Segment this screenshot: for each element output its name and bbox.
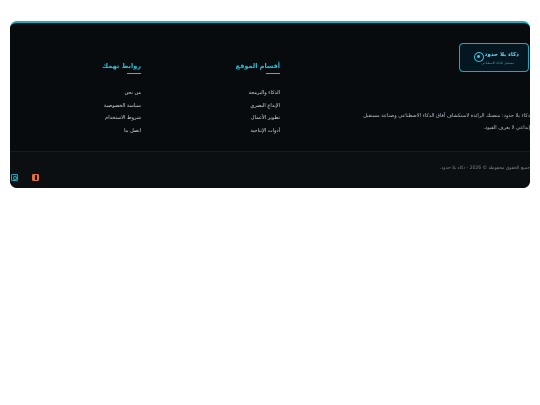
quick-links-title: روابط تهمك: [102, 61, 141, 74]
link-about-us[interactable]: من نحن: [102, 87, 142, 100]
instagram-icon[interactable]: [11, 174, 18, 181]
facebook-icon[interactable]: [32, 174, 40, 181]
quick-links-list: من نحن سياسة الخصوصية شروط الاستخدام اتص…: [102, 87, 141, 137]
section-link-productivity-tools[interactable]: أدوات الإنتاجية: [236, 125, 280, 138]
logo-tagline: مستقبل الذكاء الاصطناعي: [481, 61, 514, 65]
section-link-business-development[interactable]: تطوير الأعمال: [236, 112, 280, 125]
section-link-ai-programming[interactable]: الذكاء والبرمجة: [236, 87, 280, 100]
site-logo[interactable]: ذكاء بلا حدود مستقبل الذكاء الاصطناعي: [459, 43, 529, 72]
logo-name: ذكاء بلا حدود: [484, 52, 519, 58]
social-links: [11, 166, 48, 185]
brand-description: ذكاء بلا حدود: منصتك الرائدة لاستكشاف آف…: [363, 113, 530, 131]
footer-bottom-bar: جميع الحقوق محفوظة © 2026 - ذكاء بلا حدو…: [10, 151, 530, 188]
link-privacy-policy[interactable]: سياسة الخصوصية: [102, 100, 141, 113]
copyright-text: جميع الحقوق محفوظة © 2026 - ذكاء بلا حدو…: [439, 166, 530, 171]
quick-links-column: روابط تهمك من نحن سياسة الخصوصية شروط ال…: [102, 53, 141, 137]
site-footer: ذكاء بلا حدود مستقبل الذكاء الاصطناعي ذك…: [10, 21, 530, 188]
link-contact-us[interactable]: اتصل بنا: [102, 125, 141, 138]
link-terms-of-use[interactable]: شروط الاستخدام: [102, 112, 141, 125]
section-link-visual-creativity[interactable]: الإبداع البصري: [236, 100, 280, 113]
site-sections-list: الذكاء والبرمجة الإبداع البصري تطوير الأ…: [236, 87, 280, 137]
site-sections-column: أقسام الموقع الذكاء والبرمجة الإبداع الب…: [236, 53, 281, 137]
site-sections-title: أقسام الموقع: [236, 61, 281, 74]
